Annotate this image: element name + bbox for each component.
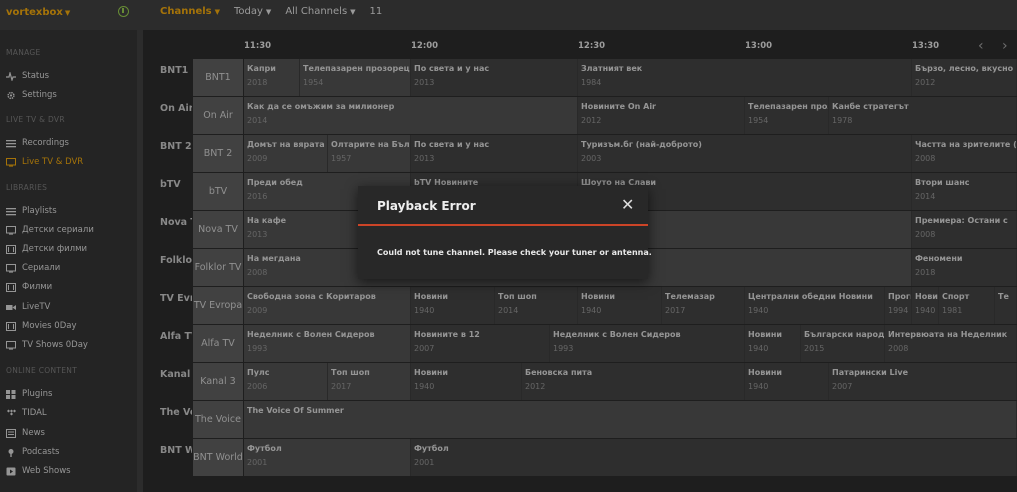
dialog-title: Playback Error [377,199,476,213]
dialog-divider [358,224,648,226]
playback-error-dialog: Playback Error ✕ Could not tune channel.… [358,186,652,279]
dialog-message: Could not tune channel. Please check you… [377,248,652,257]
close-icon[interactable]: ✕ [621,196,634,214]
